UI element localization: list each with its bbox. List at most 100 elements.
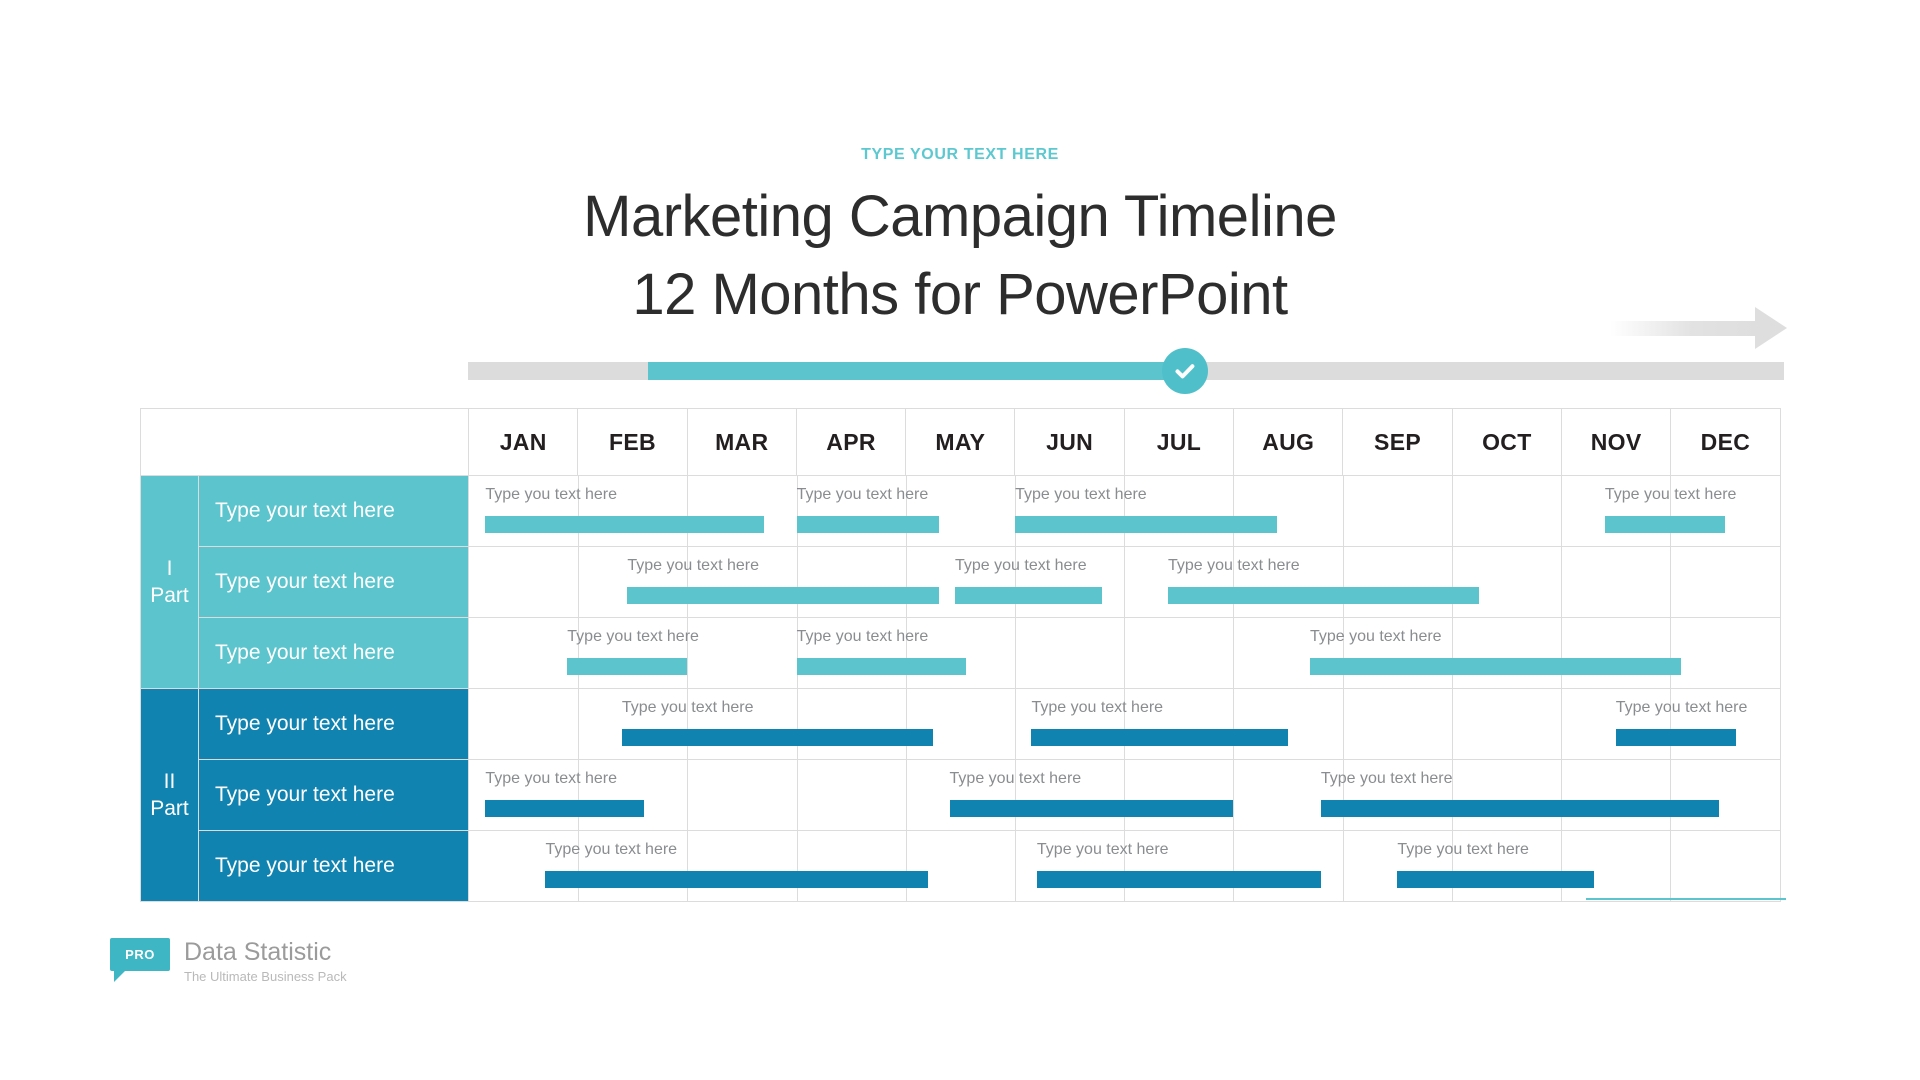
pro-badge: PRO	[110, 938, 170, 971]
gantt-bar[interactable]	[955, 587, 1103, 604]
gridline	[905, 547, 907, 617]
gridline	[1561, 618, 1563, 688]
gantt-bar[interactable]	[1320, 800, 1720, 817]
part-label-1: I Part	[140, 475, 199, 689]
gantt-bar[interactable]	[1397, 871, 1594, 888]
gantt-bar-label: Type you text here	[567, 628, 699, 645]
table-row: Type your text here Type you text here Typ…	[141, 617, 1781, 689]
right-arrow-icon	[1610, 305, 1800, 351]
gridline	[1451, 547, 1453, 617]
gantt-bar[interactable]	[545, 871, 928, 888]
gridline	[1233, 476, 1235, 546]
gantt-track: Type you text here Type you text here Type…	[468, 688, 1781, 760]
task-label[interactable]: Type your text here	[198, 475, 469, 547]
gantt-bar-label: Type you text here	[1604, 486, 1737, 503]
page-title-line-1: Marketing Campaign Timeline	[583, 184, 1337, 249]
gantt-track: Type you text here Type you text here Type…	[468, 475, 1781, 547]
gridline	[1561, 476, 1563, 546]
gridline	[578, 689, 580, 759]
brand-tagline: The Ultimate Business Pack	[184, 969, 347, 984]
gridline	[687, 760, 689, 830]
gantt-bar[interactable]	[796, 658, 966, 675]
gantt-bar[interactable]	[1309, 658, 1682, 675]
table-row: Type your text here Type you text here Typ…	[141, 759, 1781, 831]
gridline	[1561, 760, 1563, 830]
gridline	[905, 831, 907, 901]
gantt-bar-label: Type you text here	[545, 841, 678, 858]
check-circle-icon[interactable]	[1162, 348, 1209, 394]
gantt-header-row: JAN FEB MAR APR MAY JUN JUL AUG SEP OCT NOV DEC	[140, 408, 1781, 476]
gantt-bar[interactable]	[1036, 871, 1321, 888]
month-header-nov: NOV	[1560, 408, 1672, 476]
gantt-body: I Part Type your text here Type you text he…	[140, 475, 1781, 902]
gantt-bar[interactable]	[1015, 516, 1278, 533]
gantt-bar[interactable]	[485, 800, 644, 817]
gantt-bar-label: Type you text here	[1397, 841, 1529, 858]
month-header-jun: JUN	[1014, 408, 1125, 476]
month-header-aug: AUG	[1233, 408, 1344, 476]
gantt-bar-label: Type you text here	[1015, 486, 1147, 503]
gantt-bar-label: Type you text here	[955, 557, 1087, 574]
gantt-bar-label: Type you text here	[627, 557, 759, 574]
task-label[interactable]: Type your text here	[198, 830, 469, 902]
gantt-bar[interactable]	[627, 587, 939, 604]
gantt-bar-label: Type you text here	[949, 770, 1082, 787]
table-row: II Part Type your text here Type you text h…	[140, 688, 1781, 902]
gantt-bar-label: Type you text here	[1320, 770, 1453, 787]
month-header-dec: DEC	[1670, 408, 1781, 476]
gantt-bar-label: Type you text here	[621, 699, 754, 716]
pro-badge-wrapper: PRO	[110, 938, 170, 982]
accent-divider	[1586, 898, 1786, 900]
gridline	[796, 760, 798, 830]
gridline	[1451, 689, 1453, 759]
gridline	[905, 760, 907, 830]
task-label[interactable]: Type your text here	[198, 759, 469, 831]
table-row: Type your text here Type you text here Typ…	[141, 546, 1781, 618]
task-label[interactable]: Type your text here	[198, 617, 469, 689]
gridline	[1233, 760, 1235, 830]
gridline	[1233, 831, 1235, 901]
gridline	[1015, 831, 1017, 901]
timeline-progress-track[interactable]	[468, 348, 1784, 394]
gantt-track: Type you text here Type you text here Type…	[468, 617, 1781, 689]
gridline	[1561, 831, 1563, 901]
gantt-bar-label: Type you text here	[1167, 557, 1300, 574]
table-corner-cell	[140, 408, 469, 476]
gridline	[1451, 476, 1453, 546]
footer-logo[interactable]: PRO Data Statistic The Ultimate Business…	[110, 938, 347, 984]
gridline	[796, 831, 798, 901]
gridline	[1015, 618, 1017, 688]
gridline	[1670, 547, 1672, 617]
gantt-bar[interactable]	[485, 516, 764, 533]
gantt-bar[interactable]	[1031, 729, 1289, 746]
gridline	[687, 831, 689, 901]
timeline-progress-fill	[648, 362, 1186, 380]
task-label[interactable]: Type your text here	[198, 688, 469, 760]
gridline	[1670, 618, 1672, 688]
month-header-oct: OCT	[1451, 408, 1562, 476]
table-row: Type your text here Type you text here Typ…	[141, 830, 1781, 902]
arrow-head	[1755, 307, 1787, 349]
gantt-bar[interactable]	[1167, 587, 1480, 604]
gridline	[796, 547, 798, 617]
gridline	[1342, 476, 1344, 546]
gridline	[1124, 760, 1126, 830]
gantt-bar[interactable]	[1615, 729, 1736, 746]
month-header-may: MAY	[905, 408, 1016, 476]
gantt-bar[interactable]	[621, 729, 934, 746]
gantt-bar-label: Type you text here	[1615, 699, 1748, 716]
gridline	[1124, 618, 1126, 688]
gantt-bar[interactable]	[796, 516, 939, 533]
month-header-apr: APR	[795, 408, 907, 476]
arrow-shaft	[1610, 321, 1760, 336]
gantt-bar[interactable]	[567, 658, 688, 675]
gantt-bar[interactable]	[949, 800, 1234, 817]
month-header-sep: SEP	[1342, 408, 1453, 476]
task-label[interactable]: Type your text here	[198, 546, 469, 618]
gridline	[687, 476, 689, 546]
gantt-bar-label: Type you text here	[796, 486, 929, 503]
part-label-2: II Part	[140, 688, 199, 902]
gantt-bar[interactable]	[1604, 516, 1725, 533]
eyebrow-text: TYPE YOUR TEXT HERE	[861, 146, 1059, 163]
gantt-bar-label: Type you text here	[796, 628, 929, 645]
